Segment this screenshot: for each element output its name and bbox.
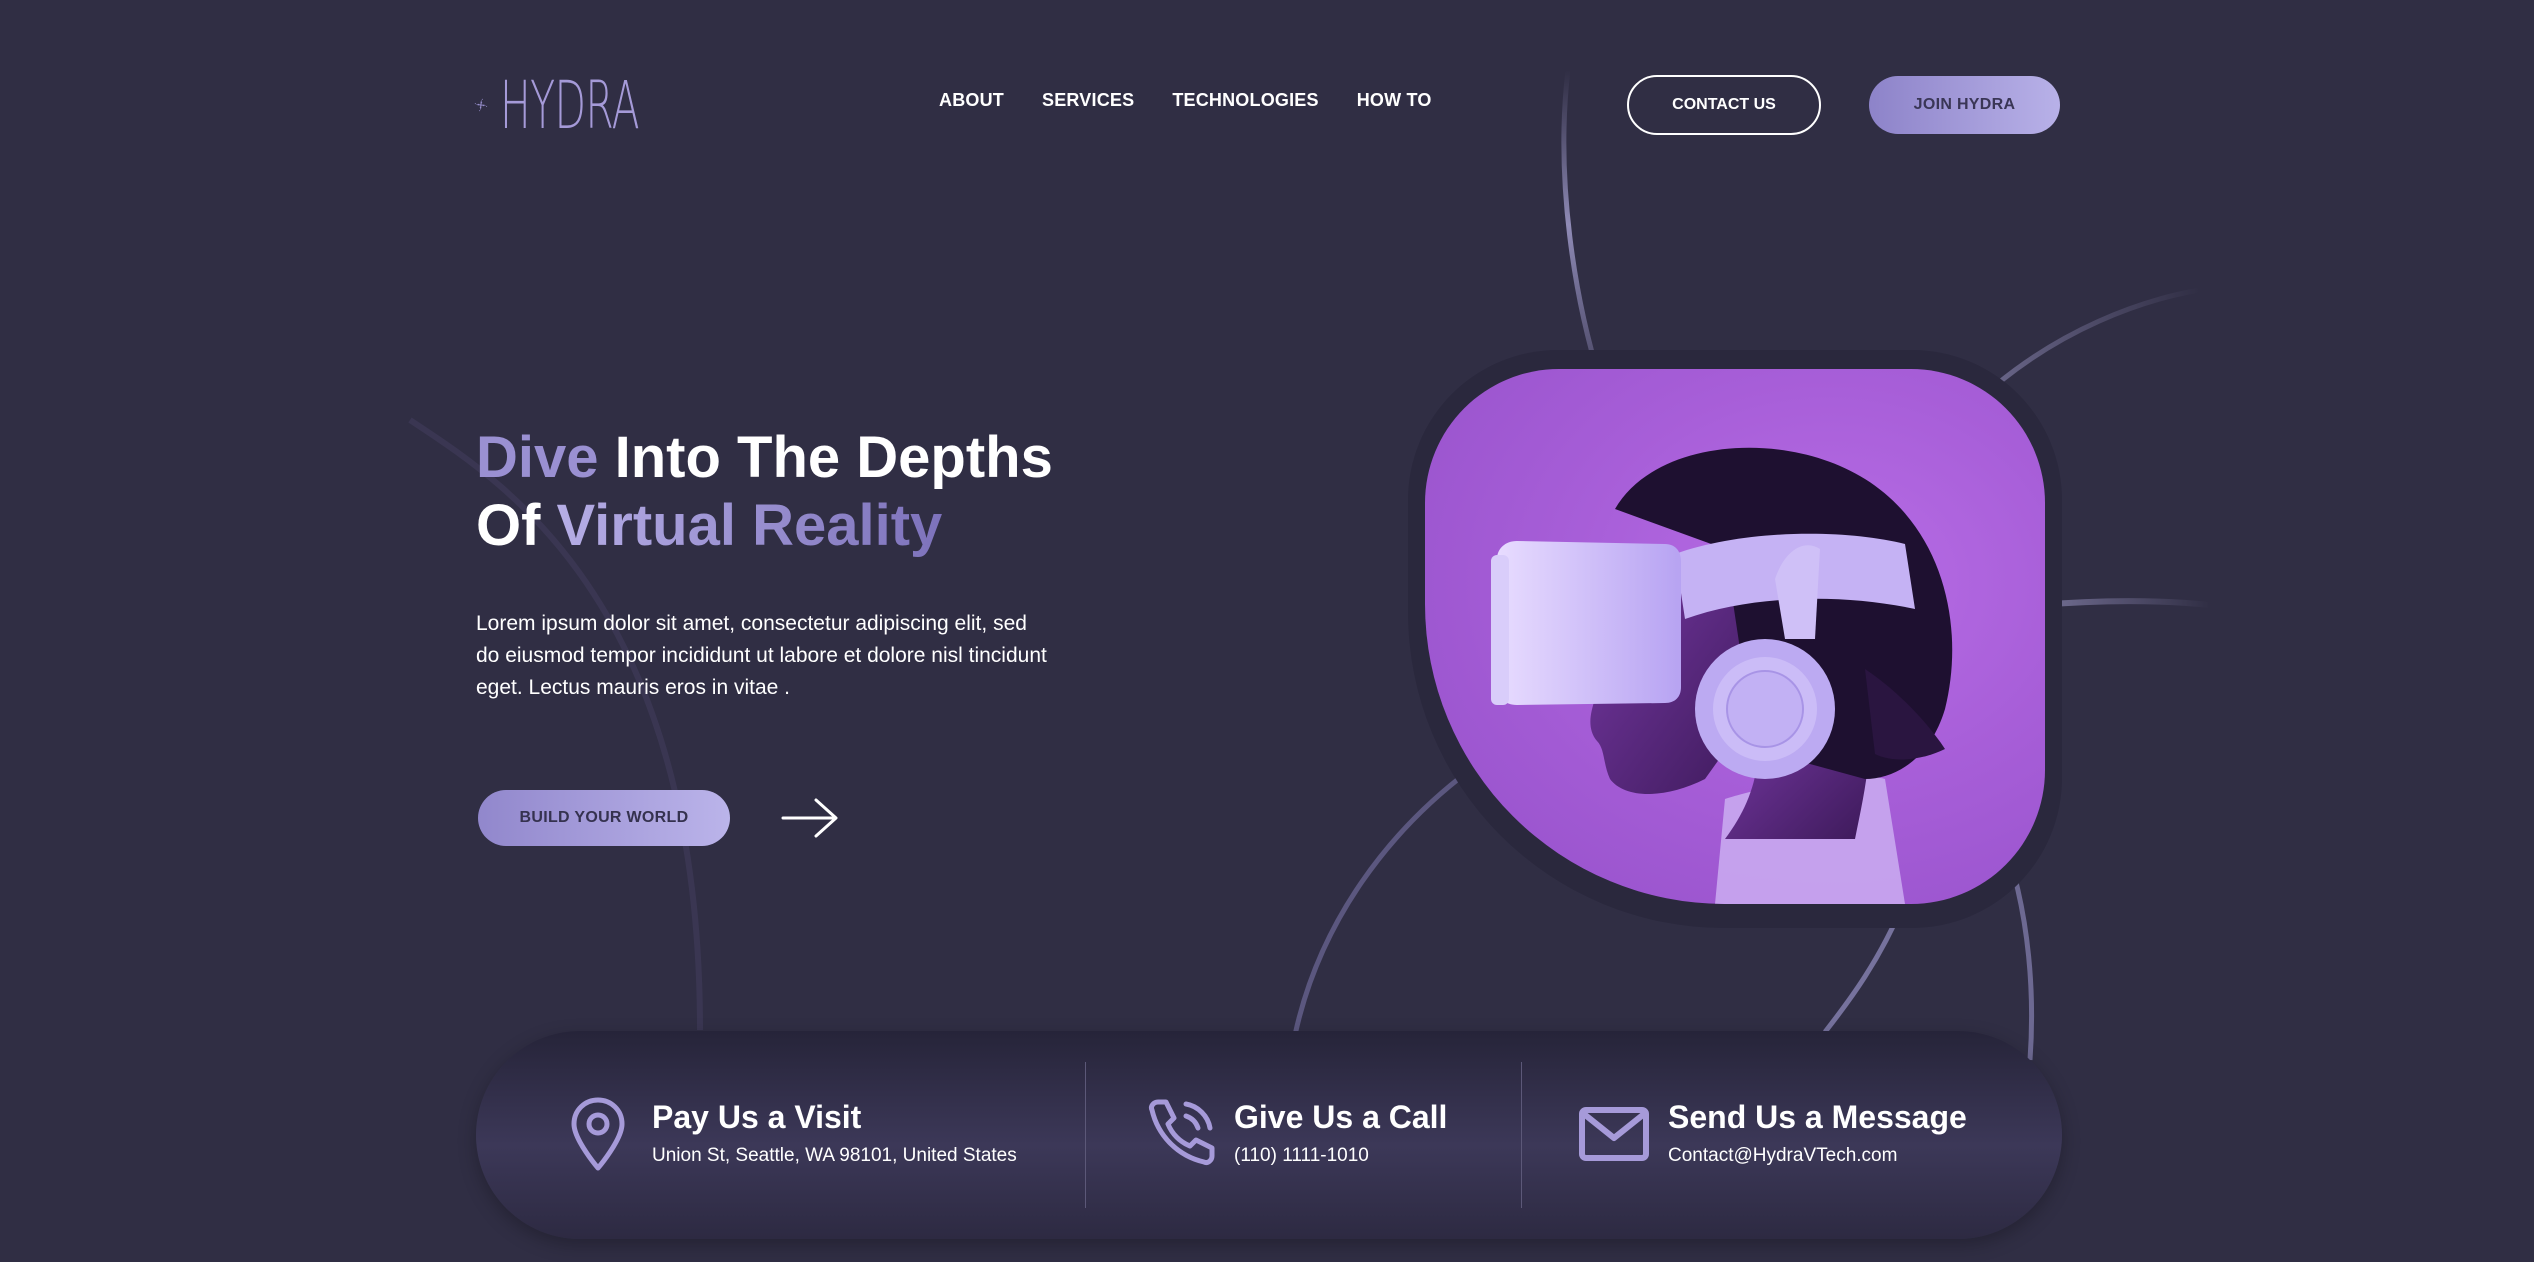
- contact-title-message: Send Us a Message: [1668, 1099, 1967, 1135]
- nav-item-how-to[interactable]: HOW TO: [1357, 90, 1432, 111]
- envelope-icon: [1579, 1107, 1649, 1161]
- contact-text-call: Give Us a Call (110) 1111-1010: [1234, 1096, 1447, 1170]
- build-your-world-button[interactable]: BUILD YOUR WORLD: [478, 790, 730, 846]
- brand-name: HYDRA: [499, 66, 640, 144]
- contact-divider: [1085, 1062, 1086, 1208]
- nav-item-services[interactable]: SERVICES: [1042, 90, 1134, 111]
- hero-title-text-1: Into The Depths: [598, 425, 1053, 490]
- contact-detail-phone: (110) 1111-1010: [1234, 1145, 1369, 1166]
- brand-logo[interactable]: HYDRA: [474, 38, 724, 172]
- contact-title-visit: Pay Us a Visit: [652, 1099, 862, 1135]
- hero-title: Dive Into The Depths Of Virtual Reality: [476, 424, 1116, 560]
- join-hydra-button[interactable]: JOIN HYDRA: [1869, 76, 2060, 134]
- contact-title-call: Give Us a Call: [1234, 1099, 1448, 1135]
- contact-item-visit[interactable]: Pay Us a Visit Union St, Seattle, WA 981…: [560, 1096, 1017, 1172]
- contact-divider: [1521, 1062, 1522, 1208]
- hero-title-accent-1: Dive: [476, 425, 599, 490]
- nav-item-technologies[interactable]: TECHNOLOGIES: [1172, 90, 1318, 111]
- contact-detail-address: Union St, Seattle, WA 98101, United Stat…: [652, 1145, 1017, 1166]
- hero-description: Lorem ipsum dolor sit amet, consectetur …: [476, 612, 1047, 699]
- nav-item-about[interactable]: ABOUT: [939, 90, 1004, 111]
- phone-icon: [1149, 1099, 1215, 1165]
- contact-item-call[interactable]: Give Us a Call (110) 1111-1010: [1142, 1096, 1447, 1172]
- contact-detail-email: Contact@HydraVTech.com: [1668, 1145, 1898, 1166]
- landing-page: HYDRA ABOUT SERVICES TECHNOLOGIES HOW TO…: [0, 0, 2534, 1262]
- hero-title-accent-2: Virtual Reality: [556, 493, 943, 558]
- map-pin-icon: [571, 1097, 625, 1171]
- contact-item-message[interactable]: Send Us a Message Contact@HydraVTech.com: [1576, 1096, 1967, 1172]
- hydra-swirl-icon: [474, 98, 488, 112]
- main-nav: ABOUT SERVICES TECHNOLOGIES HOW TO: [939, 90, 1432, 111]
- hero-title-text-2: Of: [476, 493, 557, 558]
- arrow-right-icon[interactable]: [780, 796, 840, 840]
- contact-us-button[interactable]: CONTACT US: [1627, 75, 1821, 135]
- contact-text-message: Send Us a Message Contact@HydraVTech.com: [1668, 1096, 1967, 1170]
- contact-text-visit: Pay Us a Visit Union St, Seattle, WA 981…: [652, 1096, 1017, 1170]
